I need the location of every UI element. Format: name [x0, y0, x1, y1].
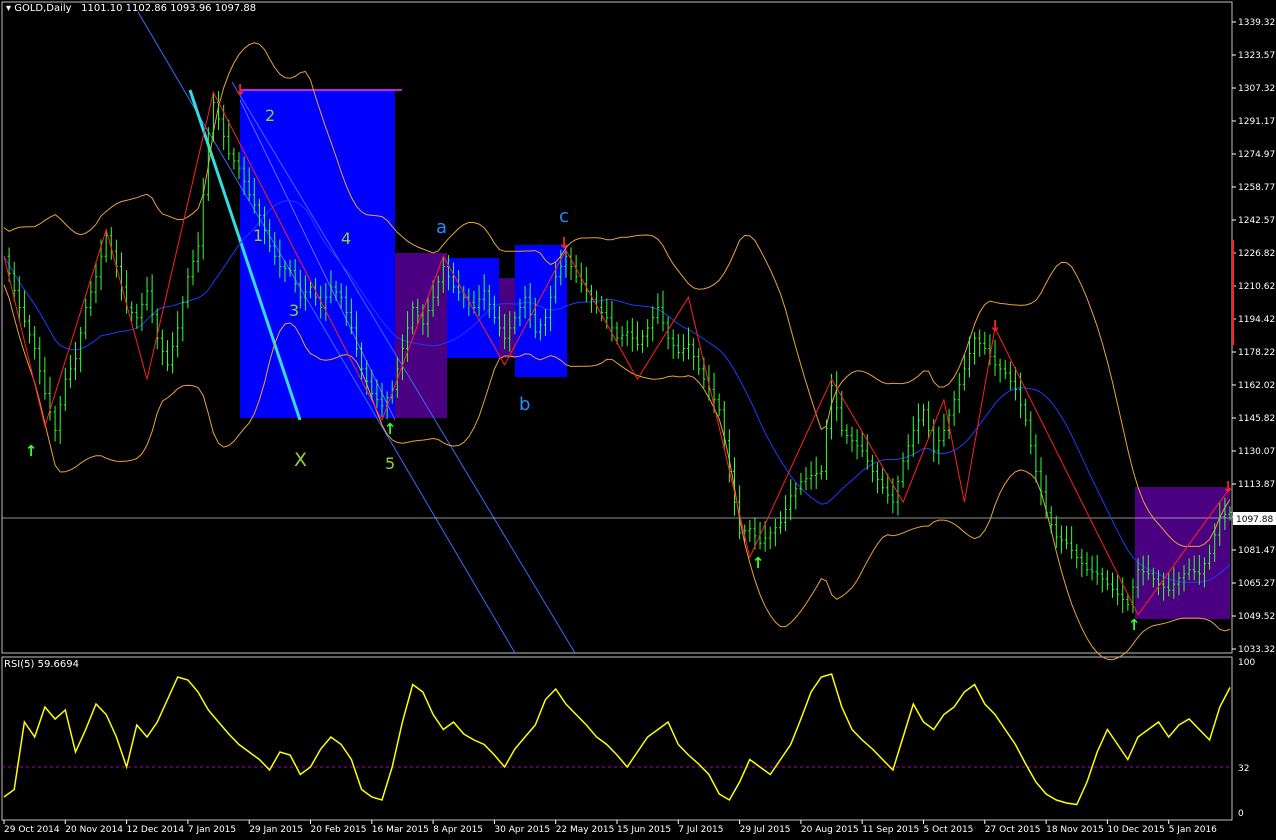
y-tick-label: 1162.02 [1238, 381, 1275, 391]
x-tick-label: 30 Apr 2015 [494, 825, 550, 835]
x-tick-label: 20 Nov 2014 [65, 825, 123, 835]
y-tick-label: 1194.42 [1238, 315, 1275, 325]
arrow-down-icon: ↓ [1222, 478, 1235, 496]
ohlc-values: 1101.10 1102.86 1093.96 1097.88 [81, 3, 257, 14]
x-tick-label: 5 Jan 2016 [1169, 825, 1217, 835]
arrow-down-icon: ↓ [558, 234, 571, 252]
y-tick-label: 1226.82 [1238, 249, 1275, 259]
wave-label-x: X [294, 449, 307, 471]
y-tick-label: 1033.32 [1238, 645, 1275, 655]
y-tick-label: 1307.32 [1238, 84, 1275, 94]
rsi-level-100-label: 100 [1238, 658, 1255, 668]
blue-box-wave [240, 90, 395, 418]
x-tick-label: 16 Mar 2015 [372, 825, 429, 835]
wave-label-3: 3 [289, 301, 299, 320]
y-tick-label: 1081.47 [1238, 546, 1275, 556]
wave-label-5: 5 [385, 454, 395, 473]
y-tick-label: 1274.97 [1238, 150, 1275, 160]
x-tick-label: 20 Aug 2015 [801, 825, 859, 835]
x-tick-label: 27 Oct 2015 [985, 825, 1041, 835]
x-tick-label: 12 Dec 2014 [127, 825, 185, 835]
y-tick-label: 1145.82 [1238, 414, 1275, 424]
chevron-down-icon[interactable]: ▾ [6, 3, 14, 14]
x-tick-label: 29 Jan 2015 [249, 825, 303, 835]
arrow-down-icon: ↓ [234, 81, 247, 99]
current-price-label: 1097.88 [1236, 515, 1273, 525]
rsi-title: RSI(5) 59.6694 [4, 659, 79, 670]
y-tick-label: 1210.62 [1238, 282, 1275, 292]
y-tick-label: 1323.57 [1238, 51, 1275, 61]
x-tick-label: 10 Dec 2015 [1107, 825, 1165, 835]
wave-label-4: 4 [341, 229, 351, 248]
y-tick-label: 1291.17 [1238, 117, 1275, 127]
y-tick-label: 1130.07 [1238, 447, 1275, 457]
blue-box-c [515, 245, 567, 377]
purple-box-ab [499, 278, 515, 358]
wave-label-b: b [519, 394, 530, 415]
x-tick-label: 5 Oct 2015 [924, 825, 974, 835]
chart-title: ▾ GOLD,Daily 1101.10 1102.86 1093.96 109… [6, 3, 256, 14]
y-tick-label: 1258.77 [1238, 183, 1275, 193]
x-tick-label: 15 Jun 2015 [617, 825, 671, 835]
wave-label-2: 2 [265, 106, 275, 125]
wave-label-c: c [559, 206, 569, 227]
x-tick-label: 8 Apr 2015 [433, 825, 483, 835]
y-tick-label: 1242.57 [1238, 216, 1275, 226]
arrow-down-icon: ↓ [989, 317, 1002, 335]
arrow-up-icon: ↑ [1128, 616, 1141, 634]
x-tick-label: 11 Sep 2015 [862, 825, 919, 835]
y-tick-label: 1049.52 [1238, 612, 1275, 622]
x-tick-label: 18 Nov 2015 [1046, 825, 1104, 835]
arrow-up-icon: ↑ [384, 420, 397, 438]
wave-label-1: 1 [253, 226, 263, 245]
y-tick-label: 1065.27 [1238, 579, 1275, 589]
x-tick-label: 7 Jan 2015 [188, 825, 236, 835]
x-tick-label: 29 Oct 2014 [4, 825, 60, 835]
x-tick-label: 29 Jul 2015 [740, 825, 791, 835]
arrow-up-icon: ↑ [752, 554, 765, 572]
arrow-up-icon: ↑ [25, 442, 38, 460]
y-tick-label: 1113.87 [1238, 480, 1275, 490]
rsi-level-0-label: 0 [1238, 809, 1244, 819]
x-tick-label: 22 May 2015 [556, 825, 615, 835]
x-tick-label: 7 Jul 2015 [678, 825, 723, 835]
y-tick-label: 1178.22 [1238, 348, 1275, 358]
rsi-level-32-label: 32 [1238, 764, 1249, 774]
symbol-label: GOLD,Daily [14, 3, 72, 14]
y-tick-label: 1339.32 [1238, 18, 1275, 28]
chart-canvas: ↑ ↓ ↑ ↓ ↑ ↓ ↑ ↓ 1 2 3 4 5 X a b c 1339.3… [0, 0, 1276, 840]
x-tick-label: 20 Feb 2015 [311, 825, 367, 835]
wave-label-a: a [436, 217, 447, 238]
